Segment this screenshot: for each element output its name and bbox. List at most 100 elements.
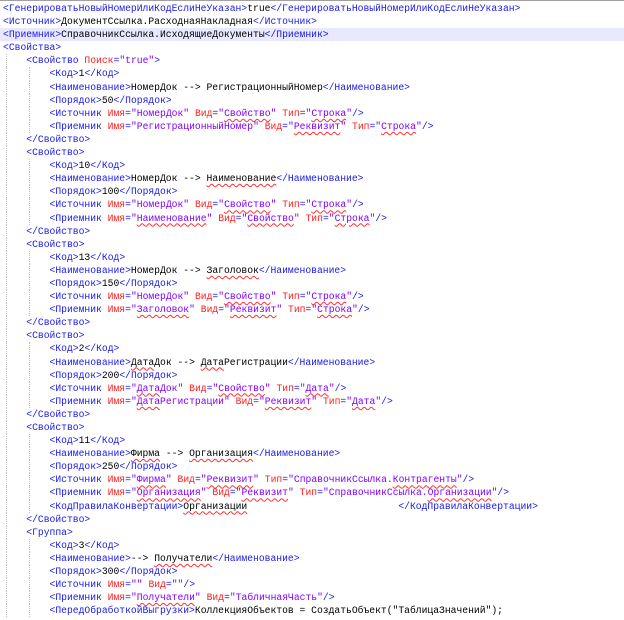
tag-name: </Код	[84, 343, 114, 355]
tag-name: <Источник	[49, 107, 102, 119]
code-line[interactable]: <Свойство>	[0, 329, 624, 343]
indent-guide	[6, 407, 7, 421]
tag-end: >	[84, 133, 91, 145]
attribute-name: Имя	[107, 120, 126, 132]
element-text: 11	[78, 435, 91, 447]
code-line[interactable]: </Свойство>	[0, 407, 624, 421]
tag-end: >	[119, 251, 126, 263]
code-line[interactable]: <Приемник Имя="Заголовок" Вид="Реквизит"…	[0, 303, 624, 317]
code-line[interactable]: <Наименование > НомерДок --> Регистрационн…	[0, 80, 624, 94]
indent-guide	[29, 67, 31, 81]
attribute-value: Строка	[311, 199, 347, 211]
tag-end: />	[334, 382, 347, 394]
code-line[interactable]: <Приемник Имя="РегистрационныйНомер" Вид…	[0, 119, 624, 133]
code-line[interactable]: <Приемник Имя="ДатаРегистрации" Вид="Рек…	[0, 394, 624, 408]
tag-name: </Порядок	[119, 566, 172, 578]
attribute-name: Вид	[194, 199, 213, 211]
tag-end: />	[357, 304, 370, 316]
indent-guide	[6, 67, 7, 81]
code-line[interactable]: <Код>13</Код>	[0, 250, 624, 264]
code-line[interactable]: </Свойство>	[0, 512, 624, 526]
code-line[interactable]: <Порядок>300</Порядок>	[0, 565, 624, 579]
attribute-value: Дата	[305, 382, 329, 394]
code-line[interactable]: <Свойство Поиск="true">	[0, 54, 624, 68]
code-line[interactable]: </Свойство>	[0, 316, 624, 330]
element-text: Док -->	[154, 356, 201, 368]
code-line[interactable]: <Свойство>	[0, 237, 624, 251]
code-line[interactable]: <ГенерироватьНовыйНомерИлиКодЕслиНеУказа…	[0, 2, 624, 15]
code-line[interactable]: <Наименование > НомерДок --> Наименование<…	[0, 172, 624, 186]
element-text: НомерДок --> РегистрационныйНомер	[130, 81, 323, 93]
code-line[interactable]: <Приемник Имя="Организация" Вид="Реквизи…	[0, 486, 624, 500]
code-line[interactable]: <Порядок>100</Порядок>	[0, 185, 624, 199]
element-text	[3, 160, 50, 171]
element-text	[3, 213, 50, 224]
code-line[interactable]: <Источник Имя="" Вид=""/>	[0, 578, 624, 592]
indent-guide	[29, 172, 31, 186]
code-line[interactable]: <Наименование > НомерДок --> Заголовок</На…	[0, 263, 624, 277]
element-text	[3, 95, 50, 106]
code-line[interactable]: <КодПравилаКонвертации > Организации </Код…	[0, 499, 624, 513]
code-line[interactable]: <ПередОбработкойВыгрузки>КоллекцияОбъект…	[0, 604, 624, 618]
indent-guide	[6, 303, 7, 317]
code-line[interactable]: <Источник Имя="Фирма" Вид="Реквизит" Тип…	[0, 473, 624, 487]
tag-end: >	[293, 552, 300, 564]
tag-end: >	[113, 343, 120, 355]
code-line[interactable]: <Наименование > Фирма --> Организация</Наи…	[0, 447, 624, 461]
tag-name: <Приемник	[49, 304, 102, 316]
code-line[interactable]: <Код>2</Код>	[0, 342, 624, 356]
code-line[interactable]: <Свойство>	[0, 146, 624, 160]
code-line[interactable]: </Свойство>	[0, 132, 624, 147]
tag-end: >	[171, 186, 178, 198]
element-text: -->	[160, 448, 190, 460]
tag-name: </Порядок	[119, 186, 172, 198]
code-line[interactable]: <Источник Имя="НомерДок" Вид="Свойство" …	[0, 290, 624, 304]
attribute-name: Тип	[276, 382, 294, 394]
tag-name: <Свойство	[26, 147, 79, 159]
code-line[interactable]: <Порядок>250</Порядок>	[0, 460, 624, 474]
code-line[interactable]: <Код>11</Код>	[0, 434, 624, 448]
tag-name: </Порядок	[119, 461, 172, 473]
code-line[interactable]: <Порядок>200</Порядок>	[0, 368, 624, 382]
code-line[interactable]: <Источник Имя="НомерДок" Вид="Свойство" …	[0, 106, 624, 120]
code-line[interactable]: <Наименование > --> Получатели</Наименован…	[0, 551, 624, 566]
element-text: НомерДок -->	[130, 264, 207, 276]
code-line[interactable]: <Приемник Имя="Получатели" Вид="Таблична…	[0, 591, 624, 605]
tag-end: >	[55, 42, 62, 54]
code-line[interactable]: <Источник Имя="НомерДок" Вид="Свойство" …	[0, 198, 624, 212]
tag-name: <Свойство	[26, 330, 79, 342]
attribute-value: СправочникСсылка.	[293, 474, 393, 486]
indent-guide	[29, 211, 31, 225]
code-line[interactable]: <Наименование>ДатаДок --> ДатаРегистраци…	[0, 355, 624, 369]
indent-guide	[6, 224, 7, 238]
code-line[interactable]: <Код>3</Код>	[0, 538, 624, 552]
code-line[interactable]: <Группа>	[0, 525, 624, 539]
indent-guide	[6, 250, 7, 264]
element-text: СправочникСсылка.ИсходящиеДокументы	[61, 29, 265, 41]
indent-guide	[29, 198, 31, 212]
attribute-name: Тип	[305, 212, 323, 224]
attribute-value: НомерДок	[136, 107, 184, 119]
code-line[interactable]: <Код>10</Код>	[0, 159, 624, 173]
code-line[interactable]: <Код>1</Код>	[0, 67, 624, 81]
indent-guide	[6, 263, 7, 277]
element-text: 50	[101, 94, 114, 106]
code-line[interactable]: <Свойство>	[0, 421, 624, 435]
code-line[interactable]: <Порядок>150</Порядок>	[0, 276, 624, 291]
code-line[interactable]: <Источник Имя="ДатаДок" Вид="Свойство" Т…	[0, 381, 624, 395]
code-line[interactable]: <Источник > ДокументСсылка.РасходнаяНаклад…	[0, 15, 624, 28]
code-line[interactable]: <Свойства>	[0, 41, 624, 54]
attribute-name: Имя	[107, 212, 126, 224]
code-line[interactable]: </Свойство>	[0, 224, 624, 238]
code-line[interactable]: <Приемник > СправочникСсылка.ИсходящиеДоку…	[0, 28, 624, 42]
code-line[interactable]: <Порядок>50</Порядок>	[0, 93, 624, 107]
attribute-name: Тип	[299, 487, 318, 499]
attribute-value: Реквизит	[264, 395, 312, 407]
xml-editor[interactable]: <ГенерироватьНовыйНомерИлиКодЕслиНеУказа…	[0, 0, 624, 620]
indent-guide	[29, 460, 31, 474]
tag-name: <Приемник	[49, 395, 102, 407]
tag-name: <Наименование	[49, 81, 126, 93]
indent-guide	[29, 290, 31, 304]
indent-guide	[29, 499, 31, 513]
code-line[interactable]: <Приемник Имя="Наименование" Вид="Свойст…	[0, 211, 624, 225]
